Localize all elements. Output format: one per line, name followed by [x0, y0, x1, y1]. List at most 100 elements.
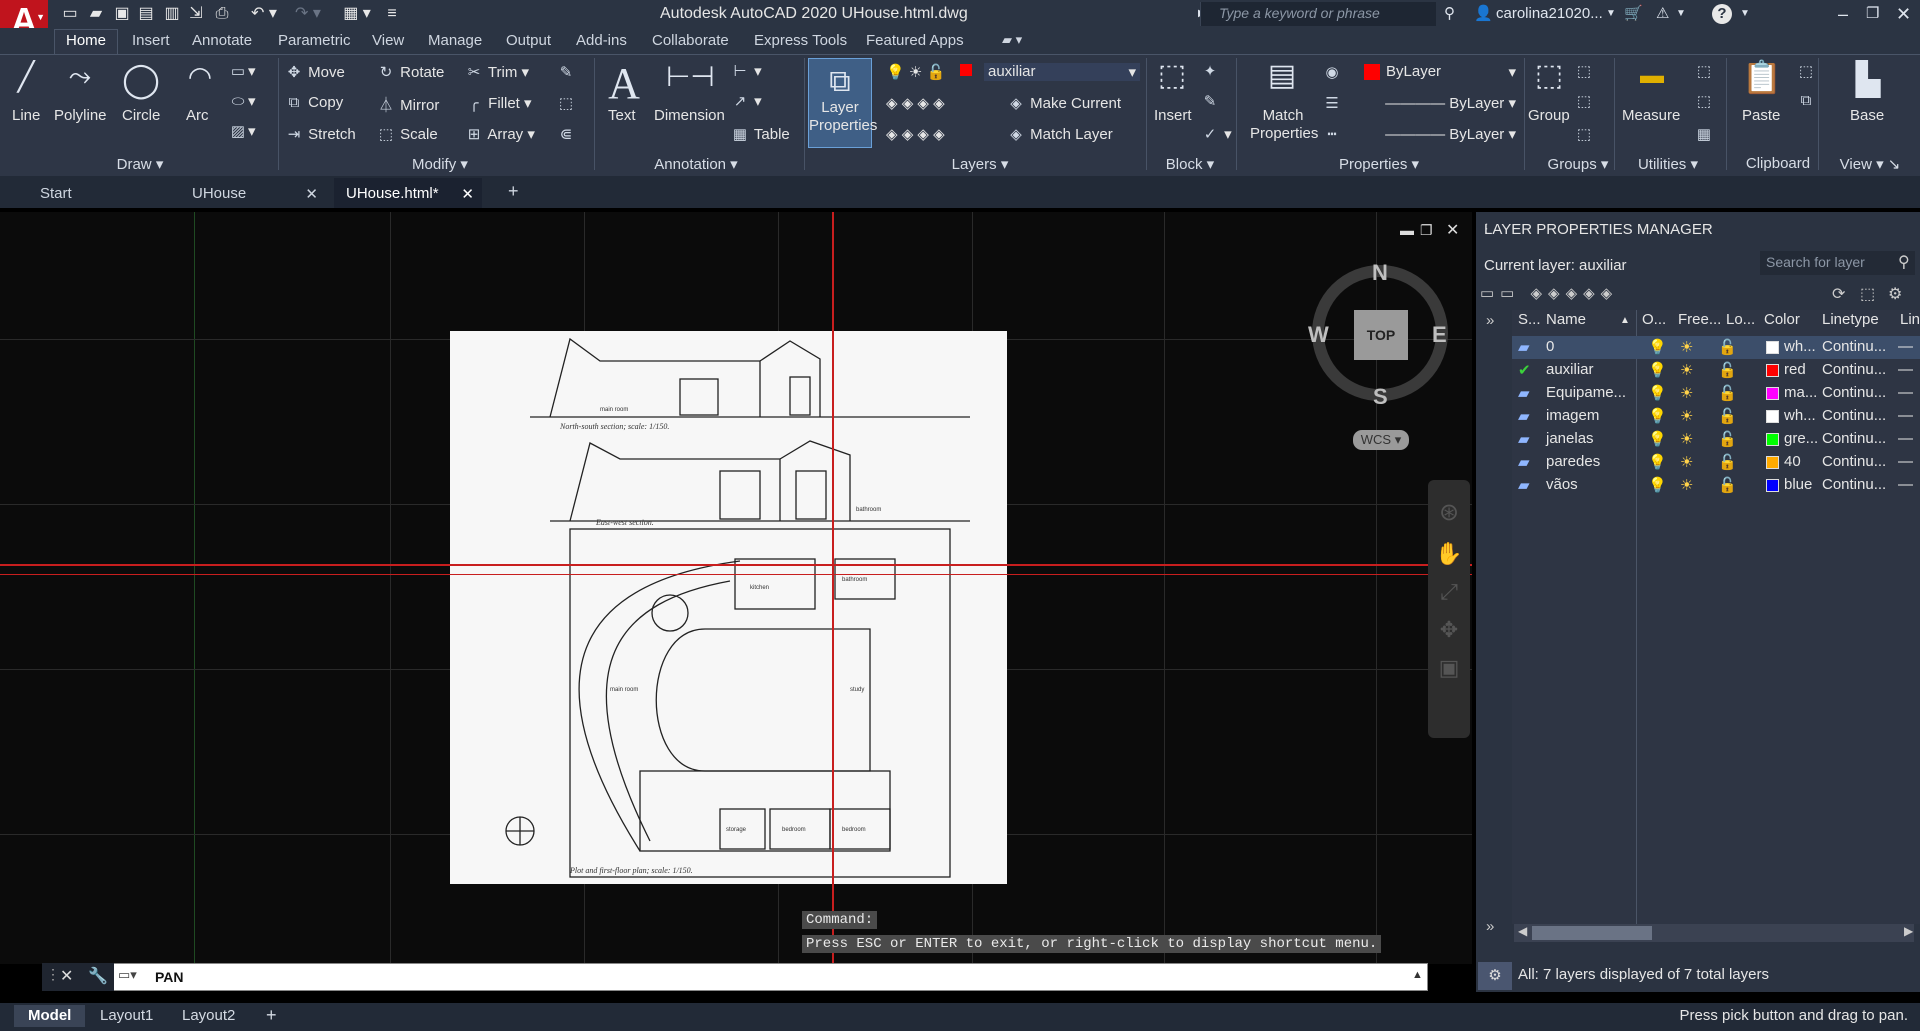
- new-tab-icon[interactable]: +: [496, 178, 531, 208]
- col-freeze[interactable]: Free...: [1678, 311, 1721, 328]
- text-button[interactable]: Text: [608, 107, 636, 124]
- layer-lineweight[interactable]: —: [1898, 407, 1913, 424]
- col-lock[interactable]: Lo...: [1726, 311, 1755, 328]
- redo-icon[interactable]: ↷ ▾: [288, 3, 328, 25]
- layout-tab-model[interactable]: Model: [14, 1005, 86, 1027]
- groups-panel-footer[interactable]: Groups ▾: [1544, 155, 1612, 175]
- save-icon[interactable]: ▣: [110, 3, 134, 25]
- steering-wheel-icon[interactable]: ⊛: [1428, 498, 1470, 527]
- layer-color-swatch[interactable]: [1766, 341, 1779, 354]
- layer-status-icon[interactable]: ▰: [1518, 430, 1530, 448]
- layer-tools-row-1[interactable]: ◈ ◈ ◈ ◈: [886, 94, 945, 112]
- command-line-input[interactable]: [42, 963, 1428, 991]
- compass-east[interactable]: E: [1432, 322, 1447, 348]
- match-properties-button[interactable]: Match Properties: [1250, 107, 1318, 143]
- layer-lineweight[interactable]: —: [1898, 430, 1913, 447]
- layer-on-icon[interactable]: 💡: [1648, 453, 1667, 471]
- layer-unlock-icon[interactable]: 🔓: [1718, 476, 1737, 494]
- layer-row[interactable]: ✔ auxiliar 💡 ☀ 🔓 red Continu... —: [1512, 359, 1920, 382]
- new-file-icon[interactable]: ▭: [58, 3, 82, 25]
- layer-tools-row-2[interactable]: ◈ ◈ ◈ ◈: [886, 125, 945, 143]
- circle-button[interactable]: Circle: [122, 107, 160, 124]
- tab-view[interactable]: View: [372, 32, 404, 49]
- connect-icon[interactable]: ⚠: [1656, 3, 1669, 25]
- layer-lineweight[interactable]: —: [1898, 476, 1913, 493]
- settings-gear-icon[interactable]: ⚙: [1888, 284, 1902, 304]
- copy-button[interactable]: ⧉ Copy: [284, 94, 344, 111]
- layer-status-icon[interactable]: ▰: [1518, 476, 1530, 494]
- color-wheel-icon[interactable]: ◉: [1322, 63, 1342, 81]
- layer-status-icon[interactable]: ▰: [1518, 453, 1530, 471]
- layer-toolbar-icons[interactable]: ▭▭ ◈◈◈◈◈: [1480, 284, 1618, 302]
- rotate-button[interactable]: ↻ Rotate: [376, 63, 445, 81]
- viewport-restore-icon[interactable]: ❐: [1420, 222, 1433, 239]
- cut-icon[interactable]: ⬚: [1796, 62, 1816, 80]
- help-search-input[interactable]: Type a keyword or phrase: [1200, 2, 1436, 26]
- publish-icon[interactable]: ▥: [160, 3, 184, 25]
- match-layer-button[interactable]: ◈ Match Layer: [1006, 125, 1113, 143]
- layer-lineweight[interactable]: —: [1898, 361, 1913, 378]
- layer-name[interactable]: auxiliar: [1546, 361, 1594, 378]
- layout-tab-layout1[interactable]: Layout1: [86, 1005, 167, 1027]
- hatch-icon[interactable]: ⬭ ▾: [228, 92, 256, 110]
- ungroup-icon[interactable]: ⬚: [1574, 62, 1594, 80]
- showmotion-icon[interactable]: ▣: [1428, 655, 1470, 681]
- layer-properties-button[interactable]: ⧉ Layer Properties: [808, 58, 877, 148]
- layer-on-icon[interactable]: 💡: [1648, 361, 1667, 379]
- layer-unlock-icon[interactable]: 🔓: [1718, 384, 1737, 402]
- block-panel-footer[interactable]: Block ▾: [1160, 155, 1220, 175]
- layer-unlock-icon[interactable]: 🔓: [1718, 338, 1737, 356]
- arc-icon[interactable]: ◠: [180, 60, 220, 102]
- scanned-drawing-image[interactable]: North-south section; scale: 1/150. East-…: [450, 331, 1007, 884]
- search-icon[interactable]: ⚲: [1898, 252, 1910, 272]
- zoom-extents-icon[interactable]: ⤢: [1428, 579, 1470, 605]
- paste-icon[interactable]: 📋: [1742, 58, 1782, 104]
- scrollbar-thumb[interactable]: [1532, 926, 1652, 940]
- scale-button[interactable]: ⬚ Scale: [376, 125, 438, 143]
- layer-settings-filter-icon[interactable]: ⬚: [1860, 284, 1875, 304]
- col-status[interactable]: S...: [1518, 311, 1541, 328]
- layer-row[interactable]: ▰ imagem 💡 ☀ 🔓 wh... Continu... —: [1512, 405, 1920, 428]
- layer-name[interactable]: vãos: [1546, 476, 1578, 493]
- doc-tab-start[interactable]: Start: [28, 178, 176, 208]
- layer-name[interactable]: paredes: [1546, 453, 1600, 470]
- linetype-dropdown[interactable]: ———— ByLayer ▾: [1350, 94, 1516, 112]
- quick-select-icon[interactable]: ⬚: [1694, 62, 1714, 80]
- expand-filters-bottom-icon[interactable]: »: [1486, 918, 1494, 935]
- ribbon-options-icon[interactable]: ▰ ▾: [1002, 32, 1022, 48]
- layer-thaw-icon[interactable]: ☀: [1680, 476, 1693, 494]
- measure-button[interactable]: Measure: [1622, 107, 1680, 124]
- layer-row[interactable]: ▰ 0 💡 ☀ 🔓 wh... Continu... —: [1512, 336, 1920, 359]
- orbit-icon[interactable]: ✥: [1428, 617, 1470, 643]
- array-button[interactable]: ⊞ Array ▾: [464, 125, 535, 143]
- line-button[interactable]: Line: [12, 107, 40, 124]
- workspace-icon[interactable]: ▦ ▾: [336, 3, 378, 25]
- layer-lineweight[interactable]: —: [1898, 338, 1913, 355]
- make-current-button[interactable]: ◈ Make Current: [1006, 94, 1121, 112]
- dimension-icon[interactable]: ⊢⊣: [666, 60, 715, 102]
- layer-linetype[interactable]: Continu...: [1822, 384, 1886, 401]
- text-icon[interactable]: A: [604, 58, 644, 108]
- group-select-icon[interactable]: ⬚: [1574, 125, 1594, 143]
- pan-icon[interactable]: ✋: [1428, 541, 1470, 567]
- compass-west[interactable]: W: [1308, 322, 1329, 348]
- layer-thaw-icon[interactable]: ☀: [1680, 384, 1693, 402]
- layer-on-icon[interactable]: 💡: [1648, 430, 1667, 448]
- layer-on-icon[interactable]: 💡: [1648, 476, 1667, 494]
- col-color[interactable]: Color: [1764, 311, 1800, 328]
- refresh-icon[interactable]: ⟳: [1832, 284, 1845, 304]
- tab-featured-apps[interactable]: Featured Apps: [866, 32, 964, 49]
- fillet-button[interactable]: ╭ Fillet ▾: [464, 94, 531, 112]
- layer-color-name[interactable]: 40: [1784, 453, 1801, 470]
- viewcube-top-face[interactable]: TOP: [1354, 310, 1408, 360]
- tab-express-tools[interactable]: Express Tools: [754, 32, 847, 49]
- col-lineweight[interactable]: Lin: [1900, 311, 1920, 328]
- layer-on-icon[interactable]: 💡: [1648, 338, 1667, 356]
- base-view-icon[interactable]: ▙: [1846, 60, 1890, 102]
- help-dropdown-icon[interactable]: ▼: [1740, 3, 1750, 25]
- create-block-icon[interactable]: ✦: [1200, 62, 1220, 80]
- trim-button[interactable]: ✂ Trim ▾: [464, 63, 529, 81]
- edit-attributes-icon[interactable]: ✓ ▾: [1200, 125, 1232, 143]
- layer-thaw-icon[interactable]: ☀: [1680, 430, 1693, 448]
- viewport-close-icon[interactable]: ✕: [1446, 220, 1459, 240]
